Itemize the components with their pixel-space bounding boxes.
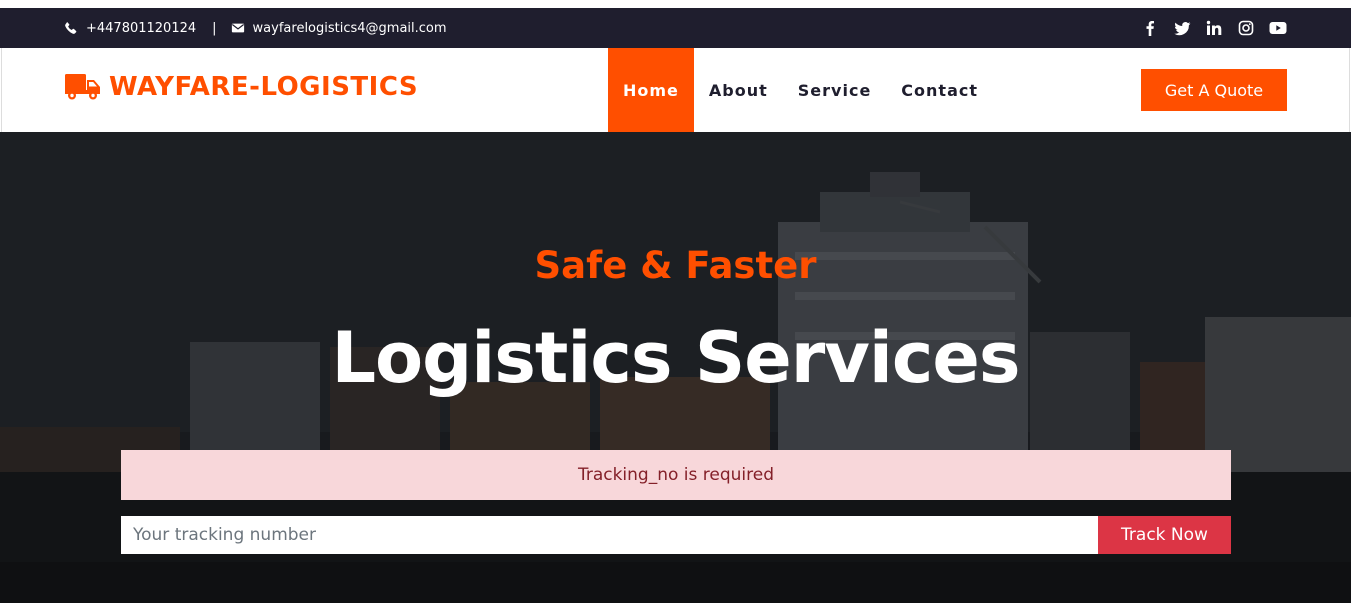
- truck-icon: [65, 74, 100, 100]
- phone-icon: [64, 21, 78, 35]
- page-top-strip: [0, 0, 1351, 8]
- envelope-icon: [231, 21, 245, 35]
- tracking-error-alert: Tracking_no is required: [121, 450, 1231, 500]
- brand-logo[interactable]: WAYFARE-LOGISTICS: [65, 72, 418, 102]
- top-contact-bar: +447801120124 | wayfarelogistics4@gmail.…: [0, 8, 1351, 48]
- nav-menu: Home About Service Contact: [608, 48, 993, 132]
- email-address[interactable]: wayfarelogistics4@gmail.com: [253, 21, 447, 36]
- nav-item-home[interactable]: Home: [608, 48, 694, 132]
- youtube-icon[interactable]: [1269, 19, 1287, 37]
- social-links: [1141, 8, 1287, 48]
- facebook-icon[interactable]: [1141, 19, 1159, 37]
- nav-item-about[interactable]: About: [694, 48, 783, 132]
- contact-separator: |: [212, 20, 217, 36]
- tracking-form: Track Now: [121, 516, 1231, 554]
- linkedin-icon[interactable]: [1205, 19, 1223, 37]
- tracking-number-input[interactable]: [121, 516, 1098, 554]
- twitter-icon[interactable]: [1173, 19, 1191, 37]
- phone-number[interactable]: +447801120124: [86, 21, 196, 36]
- track-now-button[interactable]: Track Now: [1098, 516, 1231, 554]
- nav-item-contact[interactable]: Contact: [886, 48, 993, 132]
- nav-item-service[interactable]: Service: [783, 48, 887, 132]
- hero-section: Safe & Faster Logistics Services Trackin…: [0, 132, 1351, 603]
- contact-info: +447801120124 | wayfarelogistics4@gmail.…: [64, 8, 447, 48]
- instagram-icon[interactable]: [1237, 19, 1255, 37]
- main-navbar: WAYFARE-LOGISTICS Home About Service Con…: [1, 48, 1350, 132]
- hero-title: Logistics Services: [331, 317, 1020, 399]
- get-quote-button[interactable]: Get A Quote: [1141, 69, 1287, 111]
- hero-subtitle: Safe & Faster: [534, 244, 817, 287]
- brand-name: WAYFARE-LOGISTICS: [109, 72, 419, 102]
